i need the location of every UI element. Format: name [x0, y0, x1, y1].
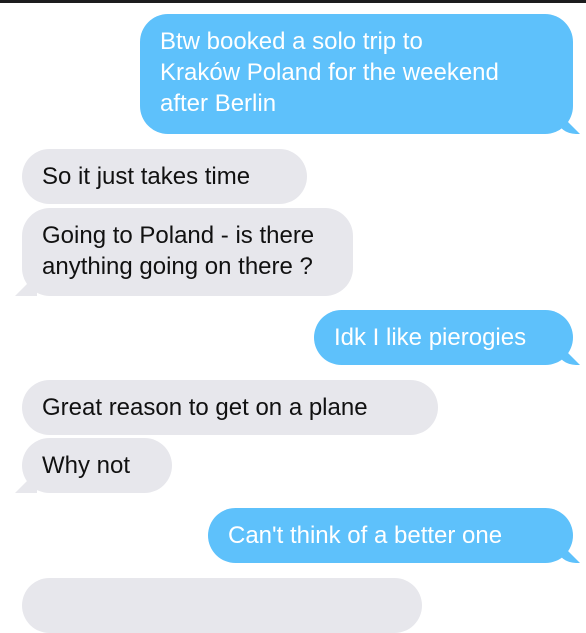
message-bubble-sent-2[interactable]: Idk I like pierogies: [314, 310, 573, 365]
message-bubble-received-3[interactable]: Great reason to get on a plane: [22, 380, 438, 435]
message-bubble-sent-1[interactable]: Btw booked a solo trip to Kraków Poland …: [140, 14, 573, 134]
message-line: anything going on there ?: [42, 253, 313, 280]
message-bubble-received-2[interactable]: Going to Poland - is there anything goin…: [22, 208, 353, 296]
message-thread: Btw booked a solo trip to Kraków Poland …: [0, 0, 586, 633]
message-line: Why not: [42, 452, 131, 479]
message-line: Idk I like pierogies: [334, 324, 527, 351]
message-line: Btw booked a solo trip to: [160, 28, 423, 55]
message-bubble-received-1[interactable]: So it just takes time: [22, 149, 307, 204]
message-line: Kraków Poland for the weekend: [160, 59, 499, 86]
message-line: Great reason to get on a plane: [42, 394, 368, 421]
message-line: Going to Poland - is there: [42, 222, 315, 249]
message-bubble-sent-3[interactable]: Can't think of a better one: [208, 508, 573, 563]
message-bubble-received-partial[interactable]: [22, 578, 422, 633]
message-line: So it just takes time: [42, 163, 251, 190]
message-line: Can't think of a better one: [228, 522, 503, 549]
message-bubble-received-4[interactable]: Why not: [22, 438, 172, 493]
message-line: after Berlin: [160, 90, 277, 117]
